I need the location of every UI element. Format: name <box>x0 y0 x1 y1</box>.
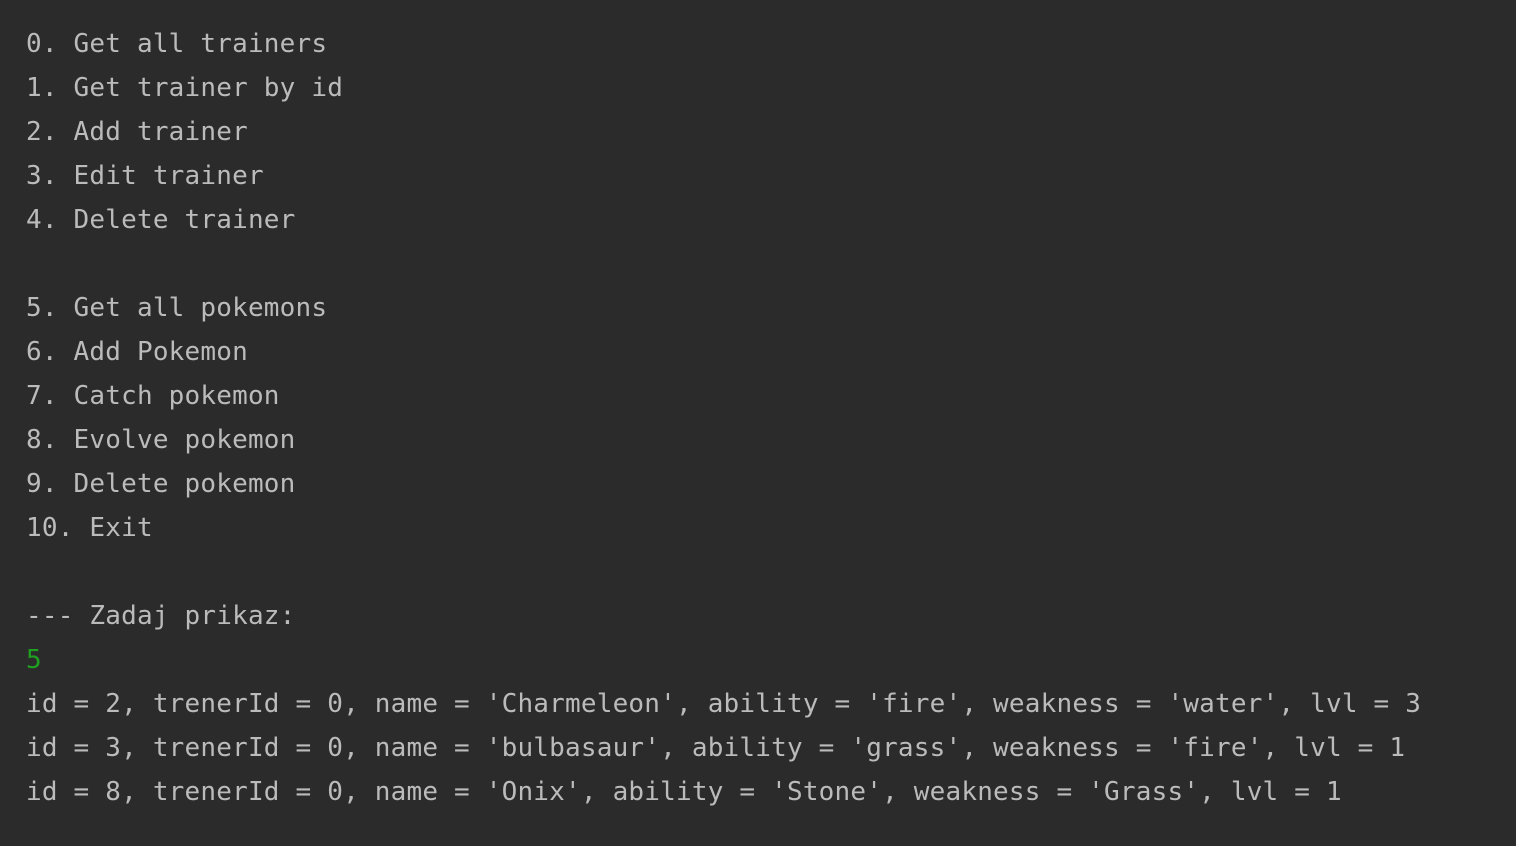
menu-item-delete-trainer: 4. Delete trainer <box>26 205 296 235</box>
output-line: id = 2, trenerId = 0, name = 'Charmeleon… <box>26 689 1422 719</box>
menu-item-exit: 10. Exit <box>26 513 153 543</box>
trainer-menu: 0. Get all trainers 1. Get trainer by id… <box>26 22 1516 242</box>
menu-item-catch-pokemon: 7. Catch pokemon <box>26 381 280 411</box>
user-input-echo: 5 <box>26 645 42 675</box>
menu-item-get-trainer-by-id: 1. Get trainer by id <box>26 73 344 103</box>
menu-item-edit-trainer: 3. Edit trainer <box>26 161 264 191</box>
run-console-output[interactable]: 0. Get all trainers 1. Get trainer by id… <box>0 0 1516 846</box>
output-line: id = 8, trenerId = 0, name = 'Onix', abi… <box>26 777 1342 807</box>
menu-item-get-all-pokemons: 5. Get all pokemons <box>26 293 328 323</box>
menu-item-add-trainer: 2. Add trainer <box>26 117 248 147</box>
menu-item-delete-pokemon: 9. Delete pokemon <box>26 469 296 499</box>
pokemon-menu: 5. Get all pokemons 6. Add Pokemon 7. Ca… <box>26 286 1516 550</box>
menu-item-evolve-pokemon: 8. Evolve pokemon <box>26 425 296 455</box>
output-line: id = 3, trenerId = 0, name = 'bulbasaur'… <box>26 733 1406 763</box>
pokemon-list-output: id = 2, trenerId = 0, name = 'Charmeleon… <box>26 682 1516 814</box>
menu-item-add-pokemon: 6. Add Pokemon <box>26 337 248 367</box>
menu-item-get-all-trainers: 0. Get all trainers <box>26 29 328 59</box>
command-prompt: --- Zadaj prikaz: <box>26 601 296 631</box>
